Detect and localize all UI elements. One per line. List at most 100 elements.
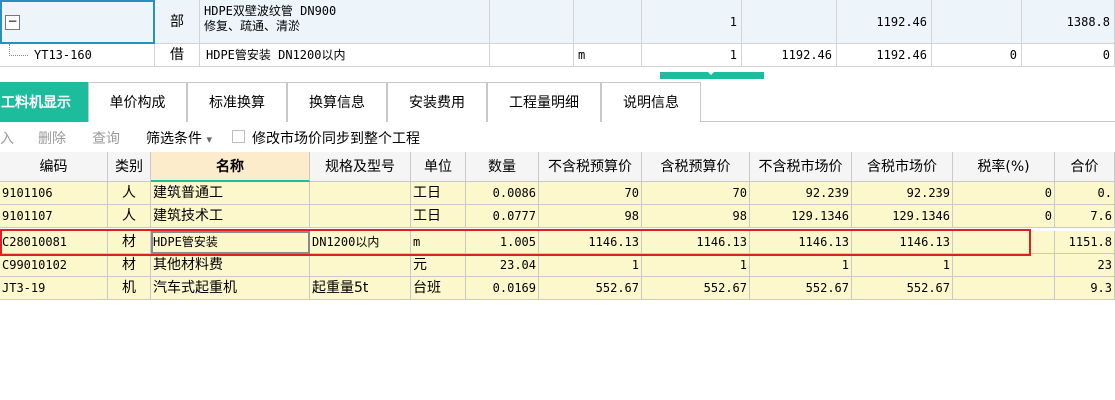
- cell-market-inc-tax[interactable]: 1: [852, 254, 953, 277]
- cell-spec[interactable]: [310, 254, 411, 277]
- child-zero-2: 0: [1022, 44, 1115, 67]
- tab-conversion-info[interactable]: 换算信息: [287, 82, 387, 122]
- child-unit: m: [574, 44, 642, 67]
- cell-market-inc-tax[interactable]: 92.239: [852, 182, 953, 205]
- cell-budget-ex-tax: 70: [539, 182, 642, 205]
- empty-cell: [932, 0, 1022, 44]
- cell-code[interactable]: JT3-19: [0, 277, 108, 300]
- cell-tax-rate[interactable]: 0: [953, 182, 1055, 205]
- filter-label: 筛选条件: [146, 131, 202, 147]
- cell-type: 人: [108, 182, 151, 205]
- name-line-1: HDPE双壁波纹管 DN900: [204, 4, 337, 18]
- cell-tax-rate[interactable]: 0: [953, 205, 1055, 228]
- splitter-arrow-icon: [706, 70, 716, 75]
- cell-market-inc-tax[interactable]: 129.1346: [852, 205, 953, 228]
- tab-installation-fees[interactable]: 安装费用: [387, 82, 487, 122]
- cell-budget-inc-tax: 552.67: [642, 277, 750, 300]
- col-header-total[interactable]: 合价: [1055, 152, 1115, 182]
- cell-budget-inc-tax: 70: [642, 182, 750, 205]
- upper-grid: − 部 HDPE双壁波纹管 DN900 修复、疏通、清淤 1 1192.46 1…: [0, 0, 1115, 68]
- cell-spec[interactable]: [310, 182, 411, 205]
- row-quantity: 1: [642, 0, 742, 44]
- cell-name[interactable]: 建筑技术工: [151, 205, 310, 228]
- name-line-2: 修复、疏通、清淤: [204, 19, 301, 33]
- tab-price-composition[interactable]: 单价构成: [88, 82, 187, 122]
- row-value-b: 1388.8: [1022, 0, 1115, 44]
- filter-dropdown[interactable]: 筛选条件 ▾: [146, 128, 212, 148]
- row-type: 部: [155, 0, 200, 44]
- child-price-2: 1192.46: [837, 44, 932, 67]
- col-header-budget-ex-tax[interactable]: 不含税预算价: [539, 152, 642, 182]
- col-header-market-ex-tax[interactable]: 不含税市场价: [750, 152, 852, 182]
- child-code-cell[interactable]: YT13-160: [0, 44, 155, 67]
- annotation-highlight-box: [0, 229, 1031, 256]
- child-code: YT13-160: [34, 48, 92, 62]
- insert-button[interactable]: 入: [0, 128, 14, 148]
- cell-type: 机: [108, 277, 151, 300]
- cell-budget-inc-tax: 98: [642, 205, 750, 228]
- cell-tax-rate[interactable]: [953, 254, 1055, 277]
- cell-name[interactable]: 其他材料费: [151, 254, 310, 277]
- cell-market-ex-tax[interactable]: 92.239: [750, 182, 852, 205]
- cell-code[interactable]: 9101106: [0, 182, 108, 205]
- cell-code[interactable]: 9101107: [0, 205, 108, 228]
- empty-cell: [574, 0, 642, 44]
- cell-market-ex-tax[interactable]: 1: [750, 254, 852, 277]
- collapse-icon[interactable]: −: [5, 15, 20, 30]
- tab-description[interactable]: 说明信息: [601, 82, 701, 122]
- cell-market-ex-tax[interactable]: 129.1346: [750, 205, 852, 228]
- chevron-down-icon: ▾: [206, 133, 212, 146]
- cell-market-ex-tax[interactable]: 552.67: [750, 277, 852, 300]
- col-header-code[interactable]: 编码: [0, 152, 108, 182]
- tab-material-display[interactable]: 工料机显示: [0, 82, 88, 122]
- cell-tax-rate[interactable]: [953, 277, 1055, 300]
- tree-line-icon: [9, 44, 28, 56]
- cell-spec[interactable]: [310, 205, 411, 228]
- sync-checkbox[interactable]: [232, 130, 245, 143]
- child-quantity: 1: [642, 44, 742, 67]
- cell-unit: 工日: [411, 205, 466, 228]
- cell-spec[interactable]: 起重量5t: [310, 277, 411, 300]
- row-name[interactable]: HDPE双壁波纹管 DN900 修复、疏通、清淤: [200, 0, 490, 44]
- col-header-qty[interactable]: 数量: [466, 152, 539, 182]
- cell-budget-ex-tax: 552.67: [539, 277, 642, 300]
- cell-budget-inc-tax: 1: [642, 254, 750, 277]
- cell-total: 1151.8: [1055, 231, 1115, 254]
- query-button[interactable]: 查询: [92, 128, 120, 148]
- col-header-budget-inc-tax[interactable]: 含税预算价: [642, 152, 750, 182]
- cell-type: 材: [108, 254, 151, 277]
- toolbar: 入 删除 查询 筛选条件 ▾ 修改市场价同步到整个工程: [0, 122, 1115, 152]
- col-header-market-inc-tax[interactable]: 含税市场价: [852, 152, 953, 182]
- cell-name[interactable]: 建筑普通工: [151, 182, 310, 205]
- cell-unit: 元: [411, 254, 466, 277]
- cell-budget-ex-tax: 1: [539, 254, 642, 277]
- col-header-name[interactable]: 名称: [151, 152, 310, 182]
- cell-unit: 工日: [411, 182, 466, 205]
- cell-qty[interactable]: 23.04: [466, 254, 539, 277]
- cell-market-inc-tax[interactable]: 552.67: [852, 277, 953, 300]
- sync-label: 修改市场价同步到整个工程: [252, 131, 420, 147]
- empty-cell: [490, 44, 574, 67]
- child-name[interactable]: HDPE管安装 DN1200以内: [200, 44, 490, 67]
- detail-tabs: 工料机显示 单价构成 标准换算 换算信息 安装费用 工程量明细 说明信息: [0, 82, 1115, 122]
- col-header-type[interactable]: 类别: [108, 152, 151, 182]
- tab-standard-conversion[interactable]: 标准换算: [187, 82, 287, 122]
- cell-name[interactable]: 汽车式起重机: [151, 277, 310, 300]
- cell-type: 人: [108, 205, 151, 228]
- cell-code[interactable]: C99010102: [0, 254, 108, 277]
- cell-qty[interactable]: 0.0777: [466, 205, 539, 228]
- cell-total: 0.: [1055, 182, 1115, 205]
- cell-total: 9.3: [1055, 277, 1115, 300]
- tab-quantity-details[interactable]: 工程量明细: [487, 82, 601, 122]
- col-header-unit[interactable]: 单位: [411, 152, 466, 182]
- cell-unit: 台班: [411, 277, 466, 300]
- child-price-1: 1192.46: [742, 44, 837, 67]
- cell-qty[interactable]: 0.0169: [466, 277, 539, 300]
- col-header-tax-rate[interactable]: 税率(%): [953, 152, 1055, 182]
- child-zero-1: 0: [932, 44, 1022, 67]
- cell-total: 7.6: [1055, 205, 1115, 228]
- tree-cell[interactable]: −: [0, 0, 155, 44]
- delete-button[interactable]: 删除: [38, 128, 66, 148]
- cell-qty[interactable]: 0.0086: [466, 182, 539, 205]
- col-header-spec[interactable]: 规格及型号: [310, 152, 411, 182]
